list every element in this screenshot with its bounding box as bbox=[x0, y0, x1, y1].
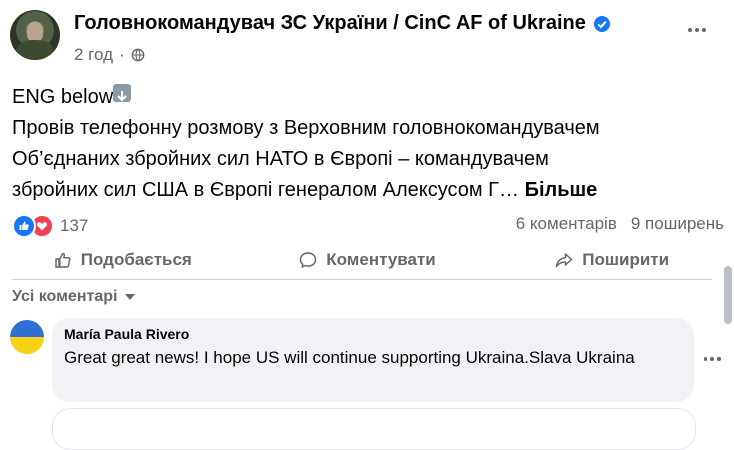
reactions-summary[interactable]: 137 bbox=[12, 214, 88, 238]
commenter-name[interactable]: María Paula Rivero bbox=[64, 326, 189, 342]
dot-icon bbox=[702, 28, 706, 32]
scrollbar-thumb[interactable] bbox=[724, 266, 732, 324]
dot-icon bbox=[703, 357, 708, 361]
dot-icon bbox=[716, 357, 721, 361]
dot-icon bbox=[688, 28, 692, 32]
like-reaction-icon bbox=[12, 214, 36, 238]
post-time[interactable]: 2 год bbox=[74, 45, 113, 65]
actions-divider bbox=[12, 279, 712, 280]
comments-filter-dropdown[interactable]: Усі коментарі bbox=[12, 288, 136, 306]
avatar-face bbox=[27, 22, 43, 42]
comments-count-link[interactable]: 6 коментарів bbox=[516, 214, 617, 234]
post-actions-bar: Подобається Коментувати Поширити bbox=[0, 245, 734, 275]
verified-badge-icon bbox=[593, 15, 610, 32]
post-body: ENG below Провів телефонну розмову з Вер… bbox=[12, 82, 722, 206]
post-line-4: збройних сил США в Європі генералом Алек… bbox=[12, 175, 722, 206]
chevron-down-icon bbox=[125, 294, 136, 300]
commenter-avatar[interactable] bbox=[10, 320, 44, 354]
share-button-label: Поширити bbox=[582, 250, 670, 269]
comment-button-label: Коментувати bbox=[326, 250, 436, 269]
comment-text: Great great news! I hope US will continu… bbox=[64, 348, 635, 367]
like-button-label: Подобається bbox=[80, 250, 192, 269]
share-button[interactable]: Поширити bbox=[489, 245, 734, 275]
comment-bubble-icon bbox=[300, 252, 317, 268]
down-arrow-emoji-icon bbox=[113, 84, 132, 102]
share-arrow-icon bbox=[556, 253, 573, 268]
dot-icon bbox=[695, 28, 699, 32]
comment-button[interactable]: Коментувати bbox=[245, 245, 490, 275]
reaction-count: 137 bbox=[60, 216, 89, 235]
meta-separator: · bbox=[119, 45, 125, 64]
shares-count-link[interactable]: 9 поширень bbox=[631, 214, 724, 234]
see-more-link[interactable]: Більше bbox=[525, 179, 598, 201]
post-meta: 2 год · bbox=[74, 45, 145, 65]
post-line-1: ENG below bbox=[12, 82, 722, 113]
author-name-row: Головнокомандувач ЗС України / CinC AF o… bbox=[74, 12, 610, 35]
like-button[interactable]: Подобається bbox=[0, 245, 245, 275]
next-comment-bubble bbox=[52, 408, 696, 450]
thumbs-up-icon bbox=[55, 252, 71, 268]
post-line-2: Провів телефонну розмову з Верховним гол… bbox=[12, 117, 600, 139]
author-name[interactable]: Головнокомандувач ЗС України / CinC AF o… bbox=[74, 12, 586, 35]
author-avatar[interactable] bbox=[10, 10, 60, 60]
avatar-body bbox=[16, 40, 54, 60]
post-line-3: Об’єднаних збройних сил НАТО в Європі – … bbox=[12, 148, 549, 170]
post-options-button[interactable] bbox=[682, 18, 712, 42]
globe-icon bbox=[131, 48, 145, 62]
comments-filter-label: Усі коментарі bbox=[12, 288, 118, 305]
post-stats: 6 коментарів 9 поширень bbox=[516, 214, 724, 234]
dot-icon bbox=[710, 357, 714, 361]
post-text-intro: ENG below bbox=[12, 86, 114, 108]
post-text-truncated: збройних сил США в Європі генералом Алек… bbox=[12, 179, 520, 201]
comment-options-button[interactable] bbox=[702, 352, 722, 366]
